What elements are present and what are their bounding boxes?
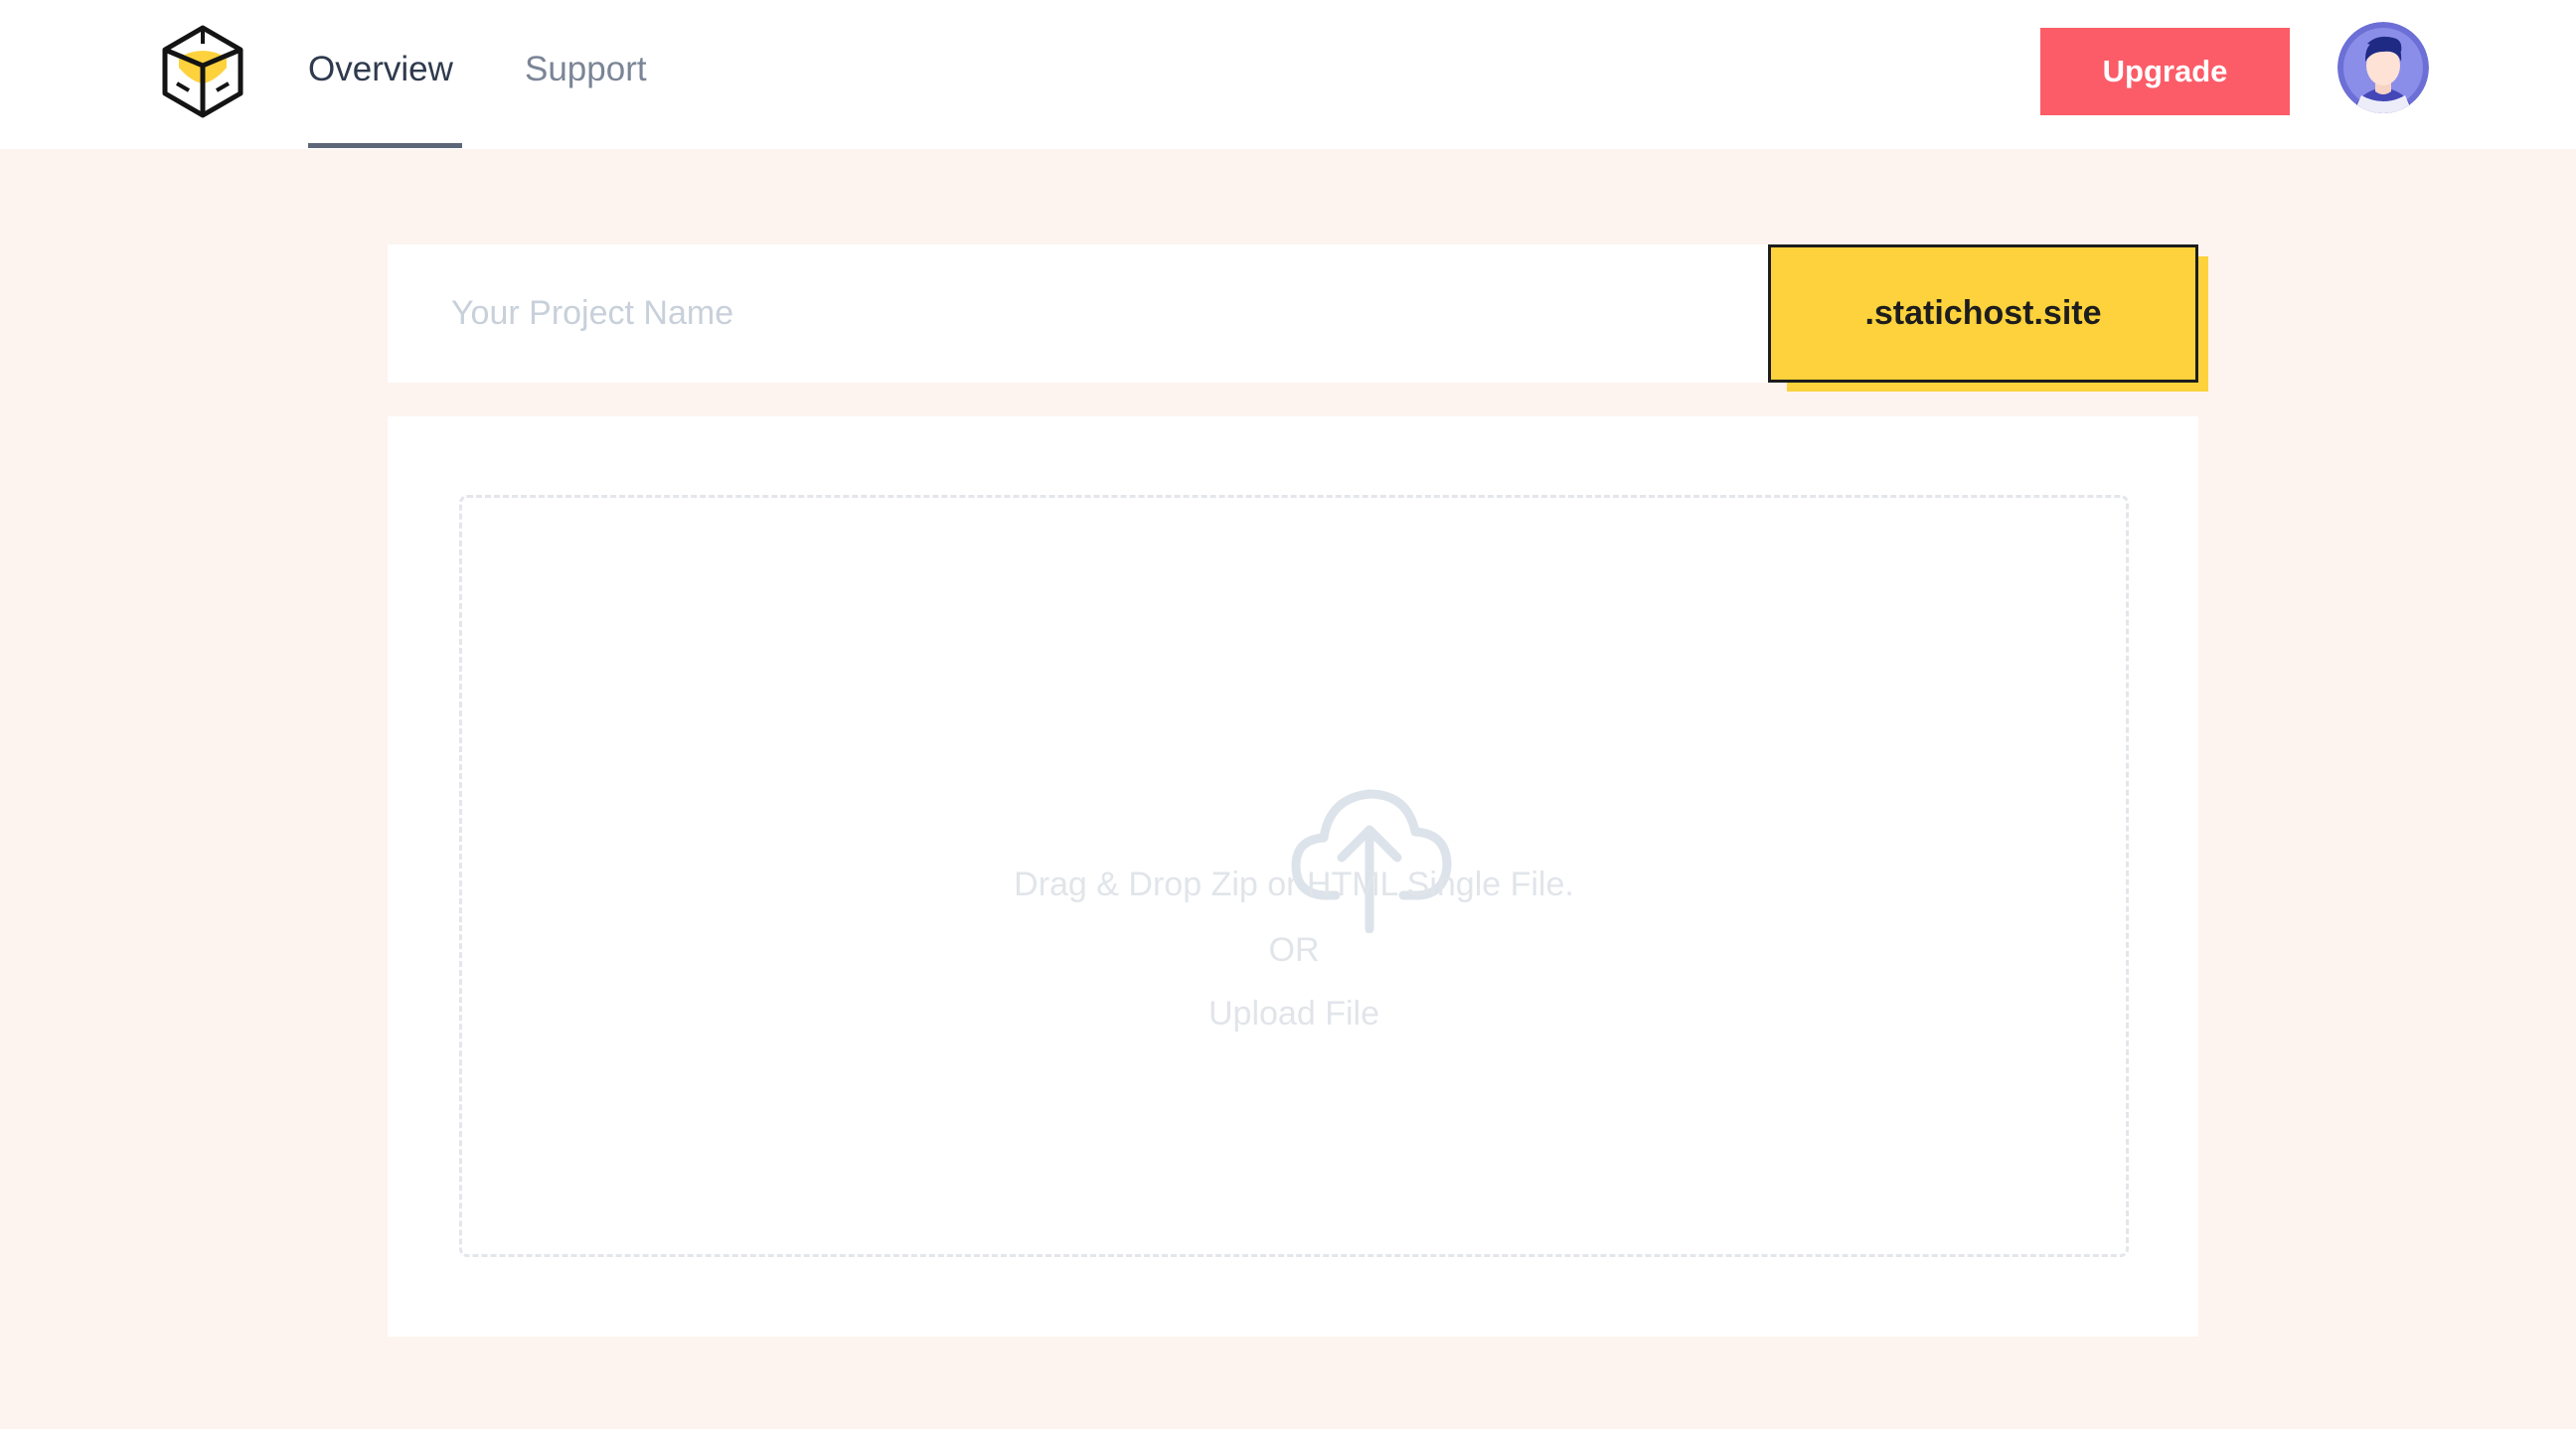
project-name-input[interactable] bbox=[388, 244, 1769, 383]
user-avatar-icon[interactable] bbox=[2337, 22, 2429, 113]
dropzone-separator: OR bbox=[1268, 931, 1320, 969]
domain-suffix-text: .statichost.site bbox=[1864, 294, 2102, 332]
upload-card: Drag & Drop Zip or HTML Single File. OR … bbox=[388, 416, 2198, 1337]
dropzone-instruction: Drag & Drop Zip or HTML Single File. bbox=[1014, 866, 1574, 903]
upgrade-button[interactable]: Upgrade bbox=[2040, 28, 2290, 115]
nav-tab-overview[interactable]: Overview bbox=[308, 44, 453, 95]
top-navigation-bar: Overview Support Upgrade bbox=[0, 0, 2576, 149]
nav-tab-support[interactable]: Support bbox=[525, 44, 647, 95]
active-tab-indicator bbox=[308, 143, 462, 148]
cloud-upload-icon bbox=[1291, 789, 1452, 933]
file-dropzone[interactable]: Drag & Drop Zip or HTML Single File. OR … bbox=[459, 495, 2129, 1257]
upload-file-link[interactable]: Upload File bbox=[462, 995, 2126, 1033]
cube-logo-icon[interactable] bbox=[157, 22, 248, 121]
domain-suffix-label: .statichost.site bbox=[1768, 244, 2198, 383]
